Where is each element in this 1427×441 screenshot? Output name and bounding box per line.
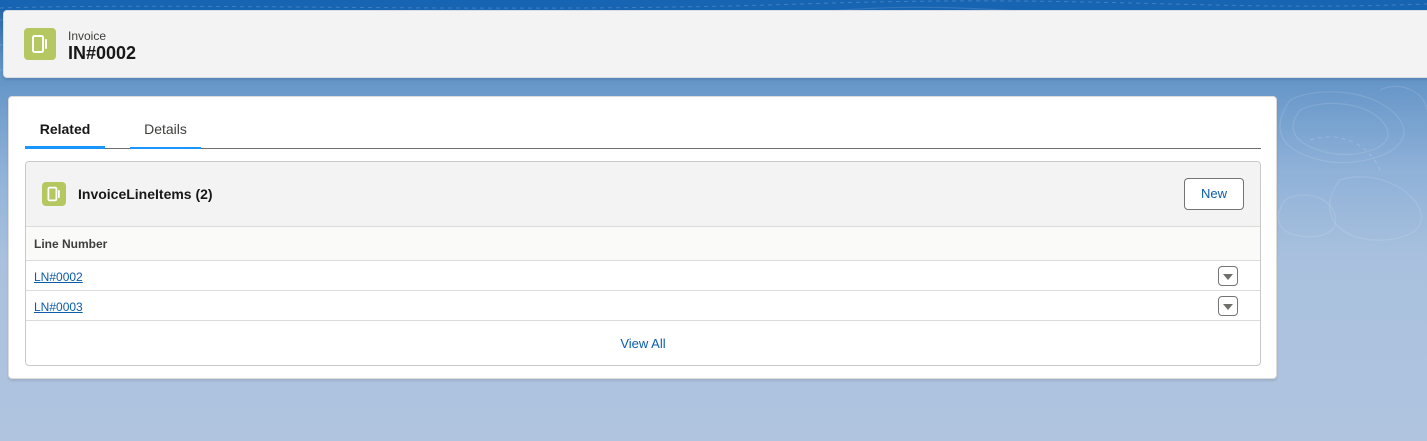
- tab-related[interactable]: Related: [25, 109, 105, 149]
- record-type-label: Invoice: [68, 29, 107, 43]
- main-content-card: Related Details InvoiceLineItems (2) New…: [8, 96, 1277, 379]
- line-item-link[interactable]: LN#0002: [34, 270, 83, 284]
- table-row: LN#0002: [26, 261, 1260, 291]
- chevron-down-icon: [1223, 304, 1233, 310]
- view-all-link[interactable]: View All: [26, 322, 1260, 365]
- chevron-down-icon: [1223, 274, 1233, 280]
- record-title: IN#0002: [68, 43, 137, 63]
- new-button[interactable]: New: [1184, 178, 1244, 210]
- row-actions-dropdown[interactable]: [1218, 296, 1238, 316]
- global-header-bar: [0, 0, 1427, 10]
- record-header: Invoice IN#0002: [3, 10, 1427, 78]
- related-list-title[interactable]: InvoiceLineItems (2): [78, 186, 213, 202]
- tab-details[interactable]: Details: [130, 109, 201, 149]
- column-header-line-number[interactable]: Line Number: [26, 227, 1260, 261]
- row-actions-dropdown[interactable]: [1218, 266, 1238, 286]
- line-item-link[interactable]: LN#0003: [34, 300, 83, 314]
- column-header-label: Line Number: [34, 237, 108, 251]
- table-row: LN#0003: [26, 291, 1260, 321]
- tab-bar: Related Details: [25, 109, 1261, 149]
- invoice-line-items-related-list: InvoiceLineItems (2) New Line Number LN#…: [25, 161, 1261, 366]
- invoice-icon: [24, 28, 56, 60]
- related-list-header: InvoiceLineItems (2) New: [26, 162, 1260, 227]
- invoice-line-item-icon: [42, 182, 66, 206]
